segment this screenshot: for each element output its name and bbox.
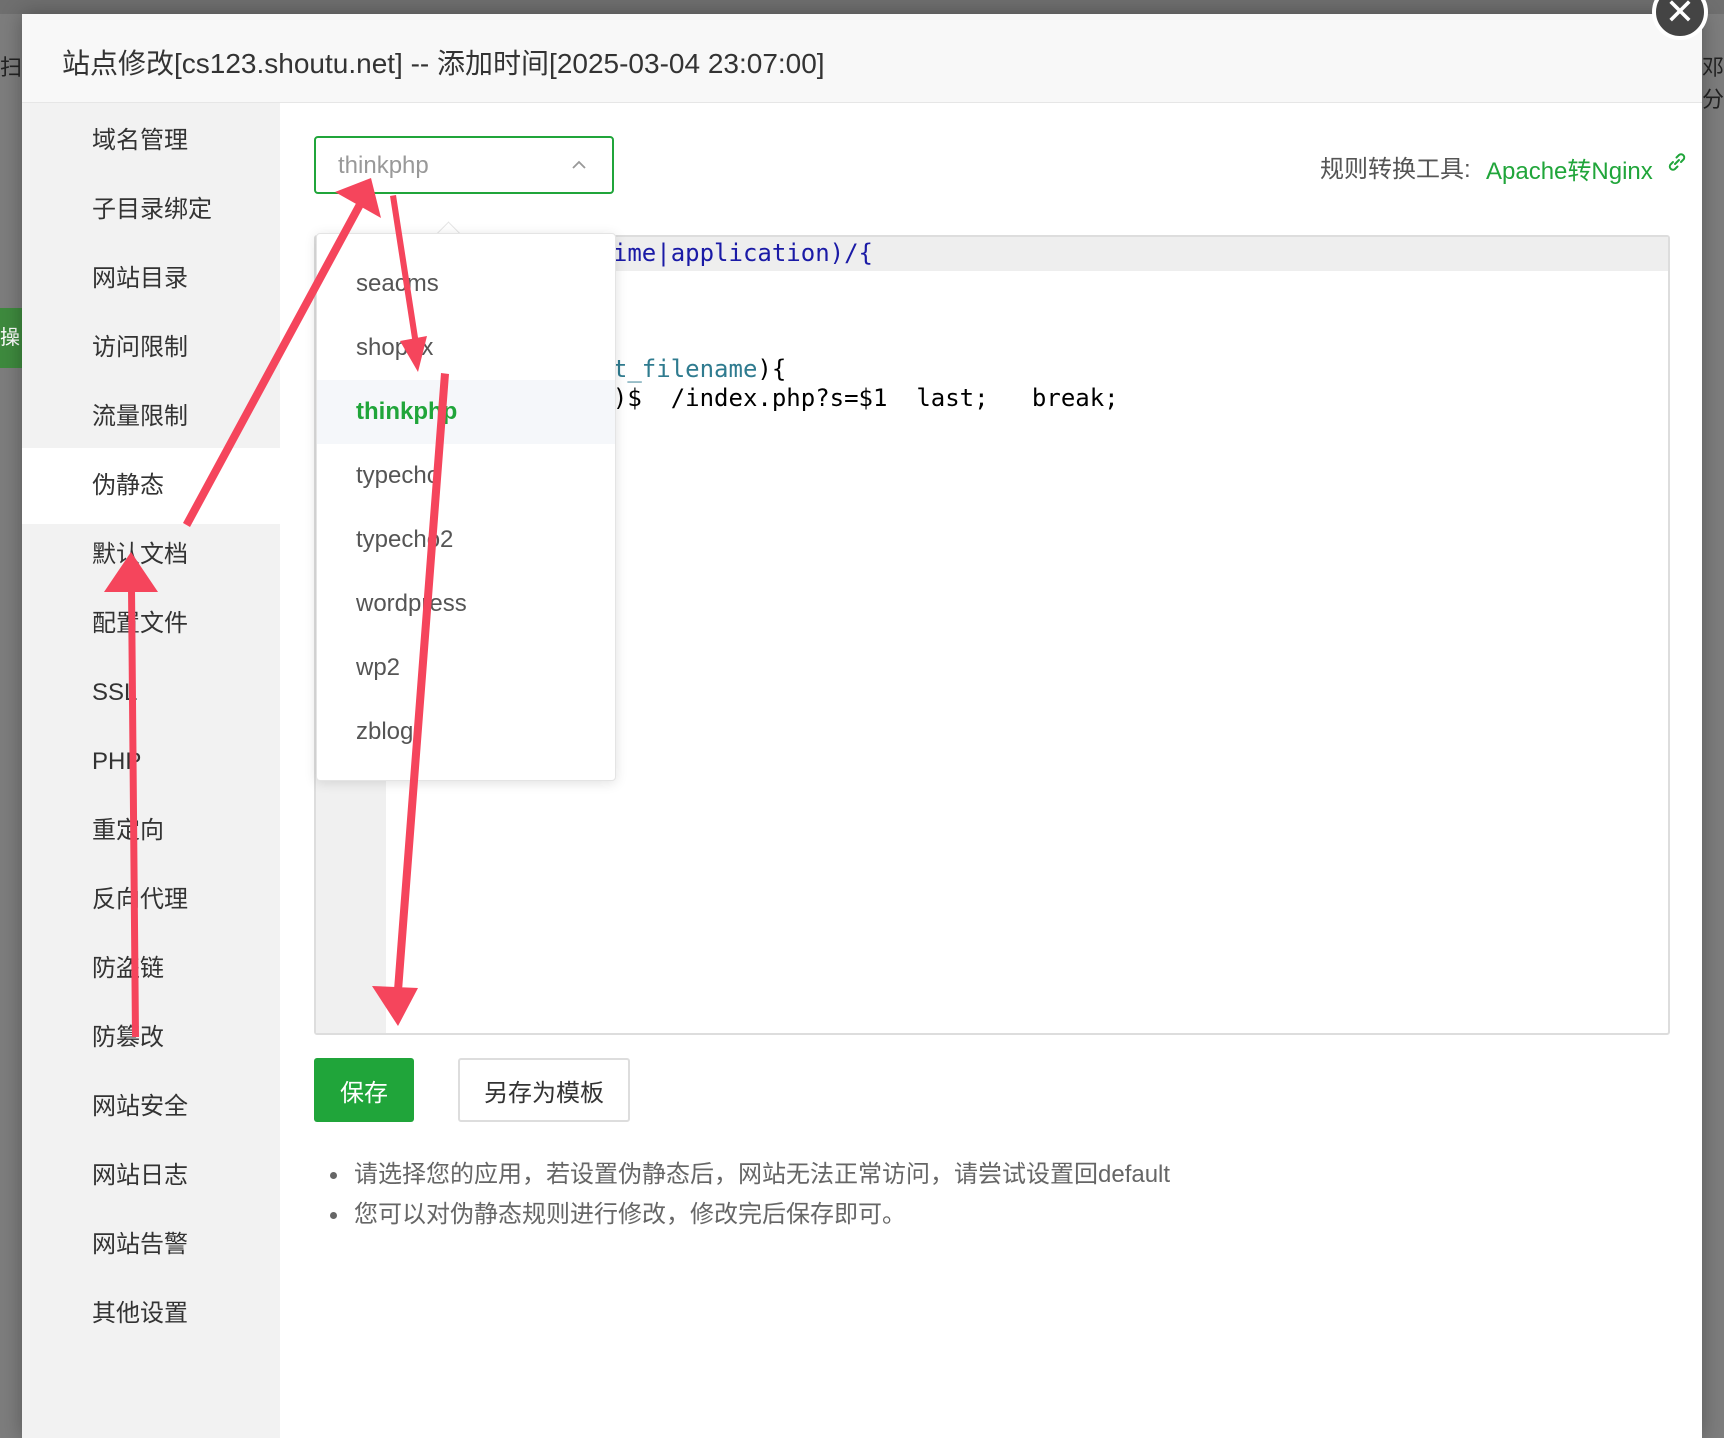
sidebar-item-default-doc[interactable]: 默认文档: [22, 517, 280, 593]
select-current-value: thinkphp: [338, 152, 429, 179]
help-tips: 请选择您的应用，若设置伪静态后，网站无法正常访问，请尝试设置回default 您…: [330, 1155, 1170, 1235]
link-icon[interactable]: [1666, 151, 1688, 173]
sidebar-item-redirect[interactable]: 重定向: [22, 793, 280, 869]
dropdown-option-zblog[interactable]: zblog: [317, 700, 615, 764]
sidebar-item-site-alert[interactable]: 网站告警: [22, 1207, 280, 1283]
dropdown-option-seacms[interactable]: seacms: [317, 252, 615, 316]
apache-to-nginx-link[interactable]: Apache转Nginx: [1486, 151, 1653, 186]
sidebar-item-site-security[interactable]: 网站安全: [22, 1069, 280, 1145]
chevron-up-icon: [572, 160, 586, 169]
code-line-3: .*)$ /index.php?s=$1 last; break;: [584, 384, 1119, 412]
site-edit-modal: 站点修改[cs123.shoutu.net] -- 添加时间[2025-03-0…: [22, 14, 1702, 1438]
code-line-1: ntime|application)/{: [584, 239, 873, 267]
sidebar-item-subdirectory[interactable]: 子目录绑定: [22, 172, 280, 248]
sidebar-item-php[interactable]: PHP: [22, 724, 280, 800]
dropdown-option-wp2[interactable]: wp2: [317, 636, 615, 700]
sidebar-item-reverse-proxy[interactable]: 反向代理: [22, 862, 280, 938]
tip-item: 请选择您的应用，若设置伪静态后，网站无法正常访问，请尝试设置回default: [330, 1155, 1170, 1195]
sidebar-item-site-log[interactable]: 网站日志: [22, 1138, 280, 1214]
dropdown-option-typecho[interactable]: typecho: [317, 444, 615, 508]
dropdown-option-wordpress[interactable]: wordpress: [317, 572, 615, 636]
dropdown-option-thinkphp[interactable]: thinkphp: [317, 380, 615, 444]
settings-sidebar: 域名管理 子目录绑定 网站目录 访问限制 流量限制 伪静态 默认文档 配置文件 …: [22, 103, 280, 1438]
sidebar-item-site-directory[interactable]: 网站目录: [22, 241, 280, 317]
rewrite-panel: thinkphp 规则转换工具: Apache转Nginx ntime|appl…: [280, 103, 1702, 1438]
modal-header: 站点修改[cs123.shoutu.net] -- 添加时间[2025-03-0…: [22, 14, 1702, 103]
rewrite-template-dropdown: seacms shopex thinkphp typecho typecho2 …: [316, 233, 616, 781]
rule-convert-label: 规则转换工具:: [1320, 156, 1471, 183]
sidebar-item-other-settings[interactable]: 其他设置: [22, 1276, 280, 1352]
save-as-template-button[interactable]: 另存为模板: [458, 1058, 630, 1122]
background-action-button: 操作: [0, 308, 22, 368]
modal-title: 站点修改[cs123.shoutu.net] -- 添加时间[2025-03-0…: [62, 48, 825, 79]
sidebar-item-traffic-limit[interactable]: 流量限制: [22, 379, 280, 455]
background-right-text: 邓分: [1701, 55, 1724, 112]
sidebar-item-domain[interactable]: 域名管理: [22, 103, 280, 179]
dropdown-option-shopex[interactable]: shopex: [317, 316, 615, 380]
sidebar-item-access-limit[interactable]: 访问限制: [22, 310, 280, 386]
sidebar-item-hotlink[interactable]: 防盗链: [22, 931, 280, 1007]
background-top-strip: [0, 0, 1724, 14]
save-button[interactable]: 保存: [314, 1058, 414, 1122]
code-brace: ){: [757, 355, 787, 383]
tip-item: 您可以对伪静态规则进行修改，修改完后保存即可。: [330, 1195, 1170, 1235]
sidebar-item-ssl[interactable]: SSL: [22, 655, 280, 731]
sidebar-item-tamper-proof[interactable]: 防篡改: [22, 1000, 280, 1076]
rewrite-template-select[interactable]: thinkphp: [314, 136, 614, 194]
dropdown-option-typecho2[interactable]: typecho2: [317, 508, 615, 572]
sidebar-item-config-file[interactable]: 配置文件: [22, 586, 280, 662]
background-left-text: 扫: [0, 55, 23, 80]
sidebar-item-rewrite[interactable]: 伪静态: [22, 448, 280, 524]
